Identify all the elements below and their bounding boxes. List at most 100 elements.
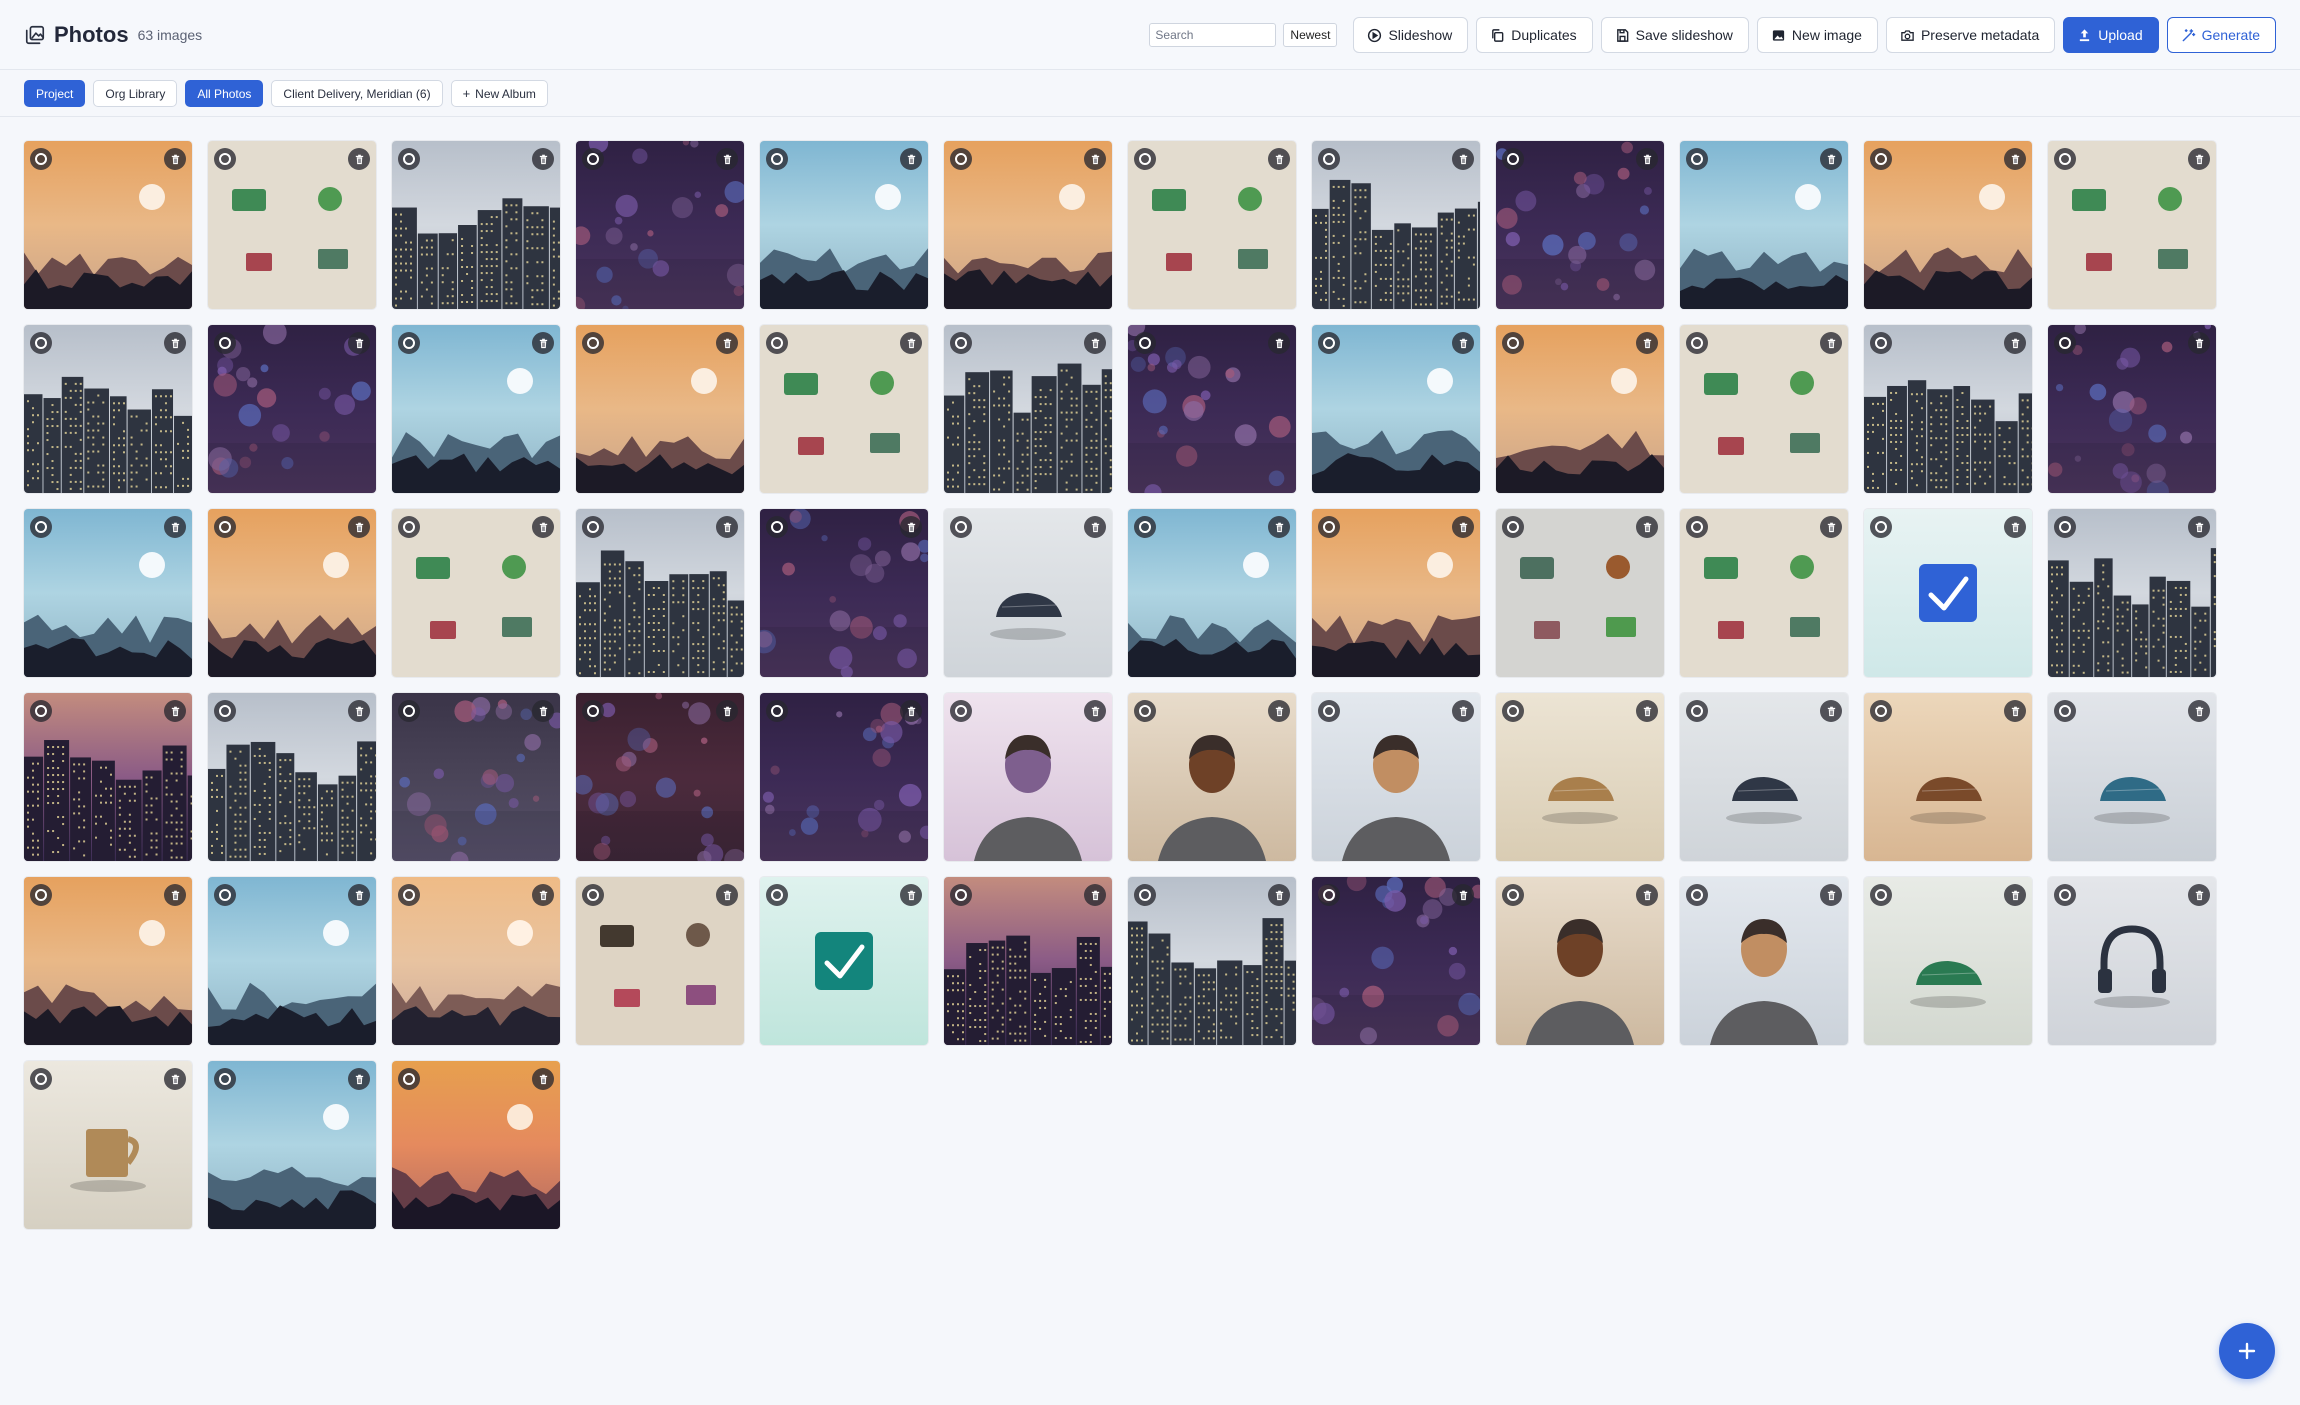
select-circle-icon[interactable] <box>582 332 604 354</box>
select-circle-icon[interactable] <box>766 148 788 170</box>
select-circle-icon[interactable] <box>766 332 788 354</box>
photo-tile[interactable] <box>760 141 928 309</box>
select-circle-icon[interactable] <box>30 700 52 722</box>
photo-tile[interactable] <box>208 509 376 677</box>
photo-tile[interactable] <box>944 325 1112 493</box>
photo-tile[interactable] <box>24 1061 192 1229</box>
select-circle-icon[interactable] <box>2054 332 2076 354</box>
photo-tile[interactable] <box>760 509 928 677</box>
photo-tile[interactable] <box>944 141 1112 309</box>
trash-icon[interactable] <box>716 516 738 538</box>
select-circle-icon[interactable] <box>1134 148 1156 170</box>
trash-icon[interactable] <box>900 332 922 354</box>
select-circle-icon[interactable] <box>214 148 236 170</box>
trash-icon[interactable] <box>2188 516 2210 538</box>
photo-tile[interactable] <box>576 693 744 861</box>
photo-tile[interactable] <box>760 325 928 493</box>
trash-icon[interactable] <box>532 332 554 354</box>
trash-icon[interactable] <box>348 516 370 538</box>
select-circle-icon[interactable] <box>766 700 788 722</box>
photo-tile[interactable] <box>944 693 1112 861</box>
photo-tile[interactable] <box>1312 877 1480 1045</box>
photo-tile[interactable] <box>208 141 376 309</box>
select-circle-icon[interactable] <box>766 516 788 538</box>
photo-tile[interactable] <box>1312 141 1480 309</box>
select-circle-icon[interactable] <box>582 148 604 170</box>
select-circle-icon[interactable] <box>1502 884 1524 906</box>
album-client-delivery[interactable]: Client Delivery, Meridian (6) <box>271 80 443 107</box>
trash-icon[interactable] <box>532 884 554 906</box>
photo-tile[interactable] <box>1128 325 1296 493</box>
trash-icon[interactable] <box>1820 148 1842 170</box>
select-circle-icon[interactable] <box>1318 700 1340 722</box>
trash-icon[interactable] <box>716 148 738 170</box>
select-circle-icon[interactable] <box>1502 332 1524 354</box>
album-org-library[interactable]: Org Library <box>93 80 178 107</box>
trash-icon[interactable] <box>532 516 554 538</box>
photo-tile[interactable] <box>2048 325 2216 493</box>
select-circle-icon[interactable] <box>1318 516 1340 538</box>
trash-icon[interactable] <box>1268 148 1290 170</box>
select-circle-icon[interactable] <box>1870 884 1892 906</box>
save-slideshow-button[interactable]: Save slideshow <box>1600 17 1749 53</box>
photo-tile[interactable] <box>1496 693 1664 861</box>
select-circle-icon[interactable] <box>950 700 972 722</box>
select-circle-icon[interactable] <box>1686 332 1708 354</box>
select-circle-icon[interactable] <box>1502 148 1524 170</box>
select-circle-icon[interactable] <box>1502 516 1524 538</box>
photo-tile[interactable] <box>1680 141 1848 309</box>
trash-icon[interactable] <box>348 884 370 906</box>
select-circle-icon[interactable] <box>2054 148 2076 170</box>
photo-tile[interactable] <box>576 877 744 1045</box>
trash-icon[interactable] <box>1084 332 1106 354</box>
photo-tile[interactable] <box>1864 325 2032 493</box>
trash-icon[interactable] <box>2188 148 2210 170</box>
trash-icon[interactable] <box>1452 884 1474 906</box>
trash-icon[interactable] <box>2004 700 2026 722</box>
trash-icon[interactable] <box>1636 516 1658 538</box>
photo-tile[interactable] <box>392 1061 560 1229</box>
select-circle-icon[interactable] <box>398 700 420 722</box>
photo-tile[interactable] <box>1864 877 2032 1045</box>
trash-icon[interactable] <box>1268 332 1290 354</box>
preserve-metadata-button[interactable]: Preserve metadata <box>1885 17 2056 53</box>
select-circle-icon[interactable] <box>2054 884 2076 906</box>
select-circle-icon[interactable] <box>950 516 972 538</box>
trash-icon[interactable] <box>348 332 370 354</box>
select-circle-icon[interactable] <box>1318 884 1340 906</box>
trash-icon[interactable] <box>1084 516 1106 538</box>
select-circle-icon[interactable] <box>1134 884 1156 906</box>
select-circle-icon[interactable] <box>30 1068 52 1090</box>
photo-tile[interactable] <box>760 693 928 861</box>
photo-tile[interactable] <box>208 877 376 1045</box>
trash-icon[interactable] <box>1452 332 1474 354</box>
trash-icon[interactable] <box>1268 516 1290 538</box>
select-circle-icon[interactable] <box>1502 700 1524 722</box>
trash-icon[interactable] <box>900 148 922 170</box>
photo-tile[interactable] <box>1312 693 1480 861</box>
trash-icon[interactable] <box>348 148 370 170</box>
select-circle-icon[interactable] <box>950 148 972 170</box>
trash-icon[interactable] <box>164 700 186 722</box>
trash-icon[interactable] <box>532 1068 554 1090</box>
trash-icon[interactable] <box>1084 148 1106 170</box>
select-circle-icon[interactable] <box>30 332 52 354</box>
photo-tile[interactable] <box>2048 509 2216 677</box>
select-circle-icon[interactable] <box>950 884 972 906</box>
photo-tile[interactable] <box>944 877 1112 1045</box>
album-project[interactable]: Project <box>24 80 86 107</box>
select-circle-icon[interactable] <box>582 516 604 538</box>
duplicates-button[interactable]: Duplicates <box>1476 17 1593 53</box>
photo-tile[interactable] <box>576 141 744 309</box>
photo-tile[interactable] <box>1128 141 1296 309</box>
photo-tile[interactable] <box>24 509 192 677</box>
photo-tile[interactable] <box>1864 693 2032 861</box>
trash-icon[interactable] <box>716 884 738 906</box>
trash-icon[interactable] <box>348 700 370 722</box>
trash-icon[interactable] <box>532 148 554 170</box>
trash-icon[interactable] <box>2004 884 2026 906</box>
select-circle-icon[interactable] <box>950 332 972 354</box>
trash-icon[interactable] <box>716 332 738 354</box>
select-circle-icon[interactable] <box>398 148 420 170</box>
trash-icon[interactable] <box>1636 332 1658 354</box>
